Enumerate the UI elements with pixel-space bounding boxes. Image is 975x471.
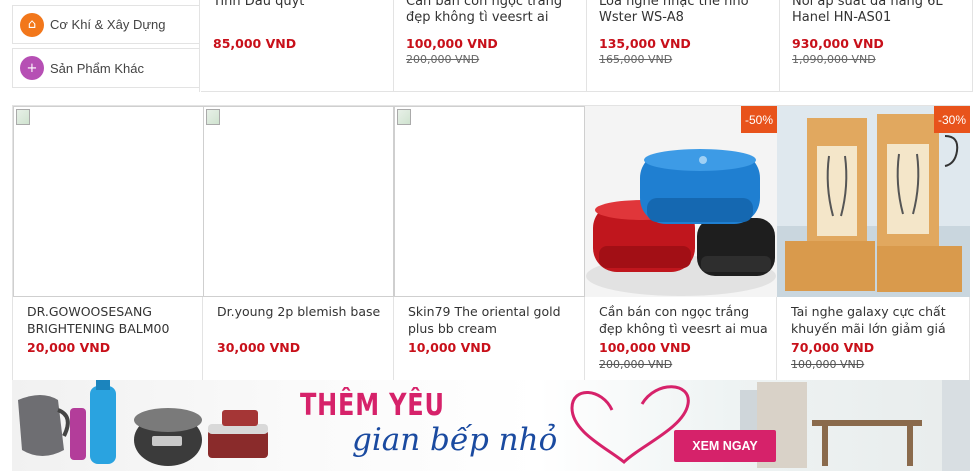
product-price: 10,000 VND (408, 340, 492, 355)
product-old-price: 100,000 VND (791, 358, 865, 371)
product-price: 135,000 VND (599, 36, 691, 51)
product-old-price: 1,090,000 VND (792, 53, 876, 66)
product-price: 30,000 VND (217, 340, 301, 355)
product-old-price: 200,000 VND (406, 53, 480, 66)
discount-badge: -30% (934, 106, 970, 133)
product-card[interactable]: -50% Cần bán con ngọc trắng đẹp không tì… (585, 106, 777, 381)
product-name[interactable]: Tinh Dầu quýt (213, 0, 393, 10)
product-price: 100,000 VND (406, 36, 498, 51)
product-card[interactable]: Tinh Dầu quýt 85,000 VND (201, 0, 394, 92)
broken-image-icon (206, 109, 220, 125)
promo-banner[interactable]: THÊM YÊU gian bếp nhỏ XEM NGAY (12, 380, 970, 471)
sidebar-item-san-pham-khac[interactable]: + Sản Phẩm Khác (12, 48, 200, 88)
product-image[interactable]: -30% (777, 106, 970, 297)
speakers-image (585, 106, 777, 297)
discount-badge: -50% (741, 106, 777, 133)
product-old-price: 165,000 VND (599, 53, 673, 66)
sidebar-item-co-khi-xay-dung[interactable]: ⌂ Cơ Khí & Xây Dựng (12, 5, 200, 44)
earphones-image (777, 106, 970, 297)
product-grid: DR.GOWOOSESANG BRIGHTENING BALM00 20,000… (12, 105, 970, 381)
product-price: 70,000 VND (791, 340, 875, 355)
product-price: 85,000 VND (213, 36, 297, 51)
product-price: 930,000 VND (792, 36, 884, 51)
product-card[interactable]: Dr.young 2p blemish base 30,000 VND (203, 106, 394, 381)
product-name[interactable]: Tai nghe galaxy cực chất khuyến mãi lớn … (791, 303, 967, 337)
broken-image-icon (397, 109, 411, 125)
product-image[interactable] (394, 106, 585, 297)
product-old-price: 200,000 VND (599, 358, 673, 371)
product-card[interactable]: Cần bán con ngọc trắng đẹp không tì vees… (394, 0, 587, 92)
product-name[interactable]: DR.GOWOOSESANG BRIGHTENING BALM00 (27, 303, 203, 337)
sidebar-item-label: Cơ Khí & Xây Dựng (50, 17, 166, 32)
product-card[interactable]: Skin79 The oriental gold plus bb cream 1… (394, 106, 585, 381)
home-icon: ⌂ (20, 12, 44, 37)
banner-subtitle: gian bếp nhỏ (352, 422, 558, 458)
product-card[interactable]: Loa nghe nhạc thẻ nhớ Wster WS-A8 135,00… (587, 0, 780, 92)
category-sidebar: ⌂ Cơ Khí & Xây Dựng + Sản Phẩm Khác (0, 0, 200, 92)
product-price: 20,000 VND (27, 340, 111, 355)
product-name[interactable]: Loa nghe nhạc thẻ nhớ Wster WS-A8 (599, 0, 779, 26)
product-card[interactable]: DR.GOWOOSESANG BRIGHTENING BALM00 20,000… (12, 106, 204, 381)
broken-image-icon (16, 109, 30, 125)
product-name[interactable]: Dr.young 2p blemish base (217, 303, 393, 320)
product-image[interactable]: -50% (585, 106, 777, 297)
product-name[interactable]: Nồi áp suất đa năng 6L Hanel HN-AS01 (792, 0, 972, 26)
product-price: 100,000 VND (599, 340, 691, 355)
product-name[interactable]: Cần bán con ngọc trắng đẹp không tì vees… (406, 0, 586, 26)
product-image[interactable] (13, 106, 204, 297)
plus-icon: + (20, 56, 44, 80)
product-card[interactable]: Nồi áp suất đa năng 6L Hanel HN-AS01 930… (780, 0, 973, 92)
sidebar-item-label: Sản Phẩm Khác (50, 60, 144, 76)
product-image[interactable] (203, 106, 394, 297)
banner-title: THÊM YÊU (300, 388, 445, 423)
view-now-button[interactable]: XEM NGAY (674, 430, 776, 462)
product-name[interactable]: Cần bán con ngọc trắng đẹp không tì vees… (599, 303, 775, 337)
product-name[interactable]: Skin79 The oriental gold plus bb cream (408, 303, 584, 337)
product-card[interactable]: -30% Tai nghe galaxy cực chất khuyến mãi… (777, 106, 970, 381)
